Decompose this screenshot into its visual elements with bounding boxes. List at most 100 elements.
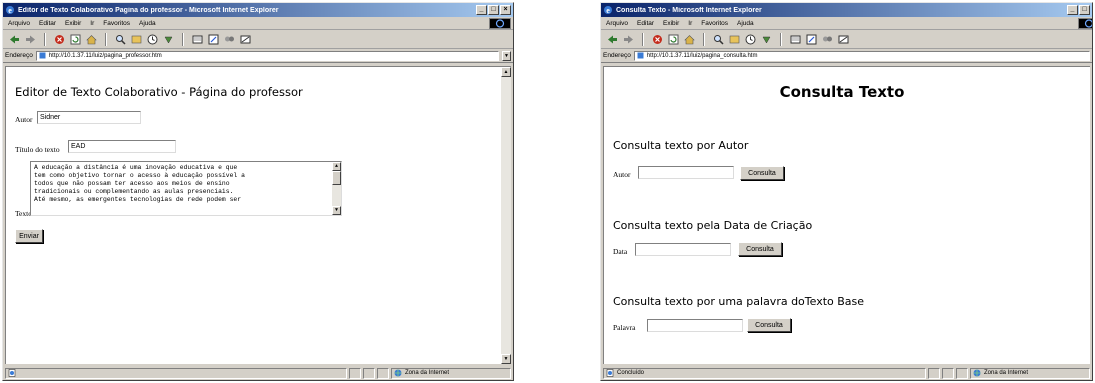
toolbar-separator [642,32,644,46]
scroll-up-button[interactable]: ▲ [501,67,511,77]
minimize-button[interactable]: _ [1067,5,1078,15]
status-cell [928,367,940,379]
menu-ir[interactable]: Ir [688,20,692,27]
home-icon[interactable] [684,34,695,45]
text-line: todos que não possam ter acesso aos meio… [34,180,230,187]
address-label: Endereço [603,52,631,59]
text-area[interactable]: A educação a distância é uma inovação ed… [30,161,342,216]
author-label: Autor [15,115,33,124]
edit-icon[interactable] [208,34,219,45]
textarea-scrollbar[interactable]: ▲ ▼ [332,162,341,215]
word-search-input[interactable] [647,319,743,332]
back-icon[interactable] [9,34,20,45]
title-input[interactable]: EAD [68,140,176,153]
page-content: Editor de Texto Colaborativo - Página do… [5,66,511,364]
maximize-button[interactable]: □ [1079,5,1090,15]
menu-favoritos[interactable]: Favoritos [701,20,728,27]
address-dropdown-button[interactable]: ▼ [502,50,511,61]
menu-ir[interactable]: Ir [90,20,94,27]
print-icon[interactable] [192,34,203,45]
ie-throbber-icon [489,18,511,29]
address-label: Endereço [5,52,33,59]
author-input[interactable]: Sidner [37,111,141,124]
page-icon [8,369,16,377]
submit-button[interactable]: Enviar [15,229,43,243]
stop-icon[interactable] [54,34,65,45]
refresh-icon[interactable] [668,34,679,45]
minimize-button[interactable]: _ [476,5,487,15]
title-bar[interactable]: e Editor de Texto Colaborativo Pagina do… [3,3,513,17]
address-input[interactable]: http://10.1.37.11/luiz/pagina_consulta.h… [633,50,1090,61]
menu-editar[interactable]: Editar [39,20,56,27]
mail-icon[interactable] [761,34,772,45]
scroll-thumb[interactable] [332,171,341,185]
author-search-input[interactable] [638,166,734,179]
status-cell [363,367,375,379]
mail-icon[interactable] [163,34,174,45]
home-icon[interactable] [86,34,97,45]
browser-window-professor: e Editor de Texto Colaborativo Pagina do… [2,2,514,381]
menu-exibir[interactable]: Exibir [663,20,679,27]
menu-editar[interactable]: Editar [637,20,654,27]
page-title: Editor de Texto Colaborativo - Página do… [15,85,303,99]
print-icon[interactable] [790,34,801,45]
favorites-icon[interactable] [729,34,740,45]
status-text-cell: Concluído [603,367,926,379]
status-bar: Zona da Internet [3,366,513,380]
status-text-cell [5,367,347,379]
zone-cell: Zona da Internet [970,367,1090,379]
edit-icon[interactable] [806,34,817,45]
status-cell [956,367,968,379]
messenger-icon[interactable] [240,34,251,45]
favorites-icon[interactable] [131,34,142,45]
toolbar-separator [182,32,184,46]
search-date-button[interactable]: Consulta [738,242,782,256]
page-scrollbar[interactable]: ▲ ▼ [501,67,511,364]
ie-logo-icon: e [6,6,14,15]
menu-favoritos[interactable]: Favoritos [103,20,130,27]
history-icon[interactable] [745,34,756,45]
menu-ajuda[interactable]: Ajuda [737,20,754,27]
close-button[interactable]: × [500,5,511,15]
page-icon [637,52,644,59]
status-text: Concluído [617,370,645,376]
page-content: Consulta Texto Consulta texto por Autor … [603,66,1090,364]
discuss-icon[interactable] [822,34,833,45]
address-bar: Endereço http://10.1.37.11/luiz/pagina_c… [601,49,1092,63]
menu-exibir[interactable]: Exibir [65,20,81,27]
page-icon [39,52,46,59]
scroll-up-button[interactable]: ▲ [332,162,341,171]
menu-arquivo[interactable]: Arquivo [606,20,628,27]
search-icon[interactable] [713,34,724,45]
ie-logo-icon: e [604,6,612,15]
search-author-button[interactable]: Consulta [740,166,784,180]
messenger-icon[interactable] [838,34,849,45]
menu-bar: Arquivo Editar Exibir Ir Favoritos Ajuda [3,17,513,30]
address-input[interactable]: http://10.1.37.11/luiz/pagina_professor.… [35,50,499,61]
search-icon[interactable] [115,34,126,45]
title-bar[interactable]: e Consulta Texto - Microsoft Internet Ex… [601,3,1092,17]
forward-icon[interactable] [623,34,634,45]
menu-ajuda[interactable]: Ajuda [139,20,156,27]
scroll-down-button[interactable]: ▼ [332,206,341,215]
discuss-icon[interactable] [224,34,235,45]
search-word-button[interactable]: Consulta [747,318,791,332]
status-cell [349,367,361,379]
stop-icon[interactable] [652,34,663,45]
status-cell [377,367,389,379]
globe-icon [394,369,402,377]
forward-icon[interactable] [25,34,36,45]
scroll-down-button[interactable]: ▼ [501,354,511,364]
author-label: Autor [613,170,631,179]
section-heading-word: Consulta texto por uma palavra doTexto B… [613,295,865,308]
browser-window-consulta: e Consulta Texto - Microsoft Internet Ex… [600,2,1093,381]
maximize-button[interactable]: □ [488,5,499,15]
standard-toolbar [601,30,1092,49]
menu-arquivo[interactable]: Arquivo [8,20,30,27]
refresh-icon[interactable] [70,34,81,45]
zone-text: Zona da Internet [405,370,450,376]
history-icon[interactable] [147,34,158,45]
date-search-input[interactable] [635,243,731,256]
window-title: Editor de Texto Colaborativo Pagina do p… [18,6,279,14]
back-icon[interactable] [607,34,618,45]
